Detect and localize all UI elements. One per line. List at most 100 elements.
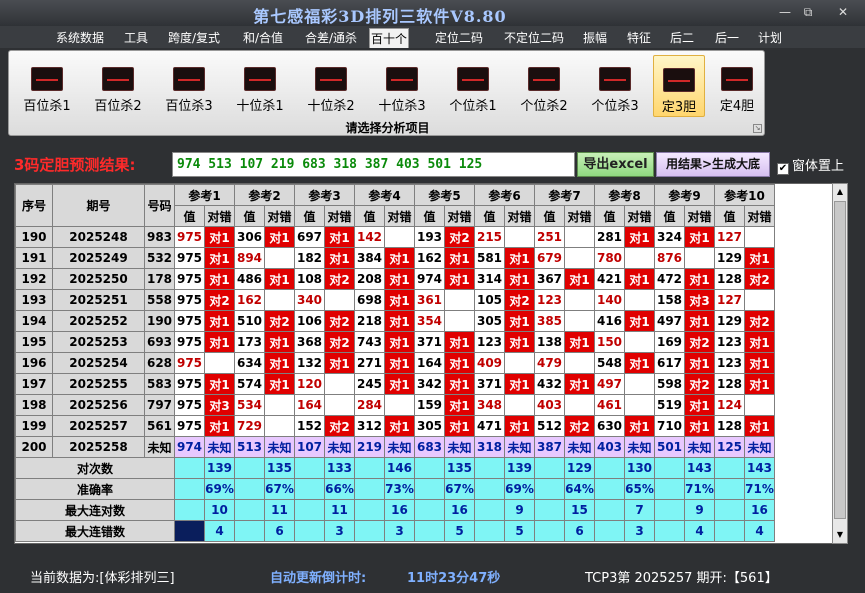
ref-result: 对1 <box>264 331 295 353</box>
ref-value: 127 <box>714 289 745 311</box>
row-period: 2025257 <box>52 415 145 437</box>
stats-value: 11 <box>324 499 355 521</box>
ribbon-button-1[interactable]: 百位杀2 <box>85 55 151 117</box>
ref-result <box>444 310 475 332</box>
ribbon-button-0[interactable]: 百位杀1 <box>14 55 80 117</box>
stats-spacer <box>354 520 385 542</box>
ref-group-header[interactable]: 参考1 <box>174 184 235 206</box>
ribbon-button-8[interactable]: 个位杀3 <box>582 55 648 117</box>
ref-group-header[interactable]: 参考5 <box>414 184 475 206</box>
ref-value: 385 <box>534 310 565 332</box>
ref-value: 138 <box>534 331 565 353</box>
pending-status: 未知 <box>624 436 655 458</box>
ref-value: 152 <box>294 415 325 437</box>
prediction-result-field[interactable]: 974 513 107 219 683 318 387 403 501 125 <box>172 152 575 177</box>
ribbon-expand-icon[interactable]: ↘ <box>753 124 762 133</box>
menu-item-12[interactable]: 计划 <box>754 28 786 48</box>
table-row[interactable]: 198 2025256 797 975 对3 534 164 284 159 对1 348 403 46… <box>15 394 775 416</box>
table-row[interactable]: 191 2025249 532 975 对1 894 182 对1 384 对1 162 对1 581 对… <box>15 247 775 269</box>
menu-item-3[interactable]: 和/合值 <box>238 28 288 48</box>
ref-value: 486 <box>234 268 265 290</box>
ref-group-header[interactable]: 参考8 <box>594 184 655 206</box>
row-period: 2025252 <box>52 310 145 332</box>
ref-group-header[interactable]: 参考7 <box>534 184 595 206</box>
scrollbar-thumb[interactable] <box>834 201 846 519</box>
stats-label: 最大连对数 <box>15 499 175 521</box>
window-title: 第七感福彩3D排列三软件V8.80 <box>253 7 507 26</box>
menu-item-10[interactable]: 后二 <box>666 28 698 48</box>
ref-group-header[interactable]: 参考2 <box>234 184 295 206</box>
ref-result <box>444 289 475 311</box>
ribbon-button-3[interactable]: 十位杀1 <box>227 55 293 117</box>
sub-header: 对错 <box>564 205 595 227</box>
ref-group-header[interactable]: 参考3 <box>294 184 355 206</box>
ribbon-button-6[interactable]: 个位杀1 <box>440 55 506 117</box>
menu-item-2[interactable]: 跨度/复式 <box>164 28 224 48</box>
menu-item-4[interactable]: 合差/通杀 <box>300 28 362 48</box>
menu-item-0[interactable]: 系统数据 <box>48 28 112 48</box>
generate-base-button[interactable]: 用结果>生成大底 <box>656 152 770 177</box>
ribbon-button-7[interactable]: 个位杀2 <box>511 55 577 117</box>
table-row[interactable]: 196 2025254 628 975 634 对1 132 对1 271 对1 164 对1 409 4… <box>15 352 775 374</box>
ref-group-header[interactable]: 参考6 <box>474 184 535 206</box>
ref-result: 对1 <box>264 226 295 248</box>
stats-spacer <box>174 478 205 500</box>
chart-icon <box>721 67 753 91</box>
ribbon-button-2[interactable]: 百位杀3 <box>156 55 222 117</box>
column-header[interactable]: 期号 <box>52 184 145 227</box>
table-row[interactable]: 194 2025252 190 975 对1 510 对2 106 对2 218 对1 354 305 对… <box>15 310 775 332</box>
ref-value: 780 <box>594 247 625 269</box>
export-excel-button[interactable]: 导出excel <box>577 152 654 177</box>
ref-value: 384 <box>354 247 385 269</box>
ref-result <box>564 289 595 311</box>
table-row[interactable]: 193 2025251 558 975 对2 162 340 698 对1 361 105 对2 123… <box>15 289 775 311</box>
ref-value: 105 <box>474 289 505 311</box>
ref-group-header[interactable]: 参考10 <box>714 184 775 206</box>
chart-icon <box>102 67 134 91</box>
ref-group-header[interactable]: 参考9 <box>654 184 715 206</box>
checkbox-box[interactable]: ✔ <box>777 163 789 175</box>
menu-item-11[interactable]: 后一 <box>711 28 743 48</box>
ribbon-button-9[interactable]: 定3胆 <box>653 55 705 117</box>
stats-value: 3 <box>324 520 355 542</box>
column-header[interactable]: 号码 <box>144 184 175 227</box>
ribbon-button-10[interactable]: 定4胆 <box>711 55 763 117</box>
stats-spacer <box>354 478 385 500</box>
table-row[interactable]: 192 2025250 178 975 对1 486 对1 108 对2 208 对1 974 对1 31… <box>15 268 775 290</box>
menu-item-1[interactable]: 工具 <box>120 28 152 48</box>
pending-row[interactable]: 200 2025258 未知 974 未知 513 未知 107 未知 219 未知 683 未知 318… <box>15 436 775 458</box>
column-header[interactable]: 序号 <box>15 184 53 227</box>
table-row[interactable]: 197 2025255 583 975 对1 574 对1 120 245 对1 342 对1 371 对… <box>15 373 775 395</box>
ref-result: 对2 <box>204 289 235 311</box>
close-button[interactable]: ✕ <box>832 4 854 20</box>
window-on-top-checkbox[interactable]: ✔ 窗体置上 <box>777 155 844 175</box>
row-number: 178 <box>144 268 175 290</box>
stats-value: 129 <box>564 457 595 479</box>
menu-item-7[interactable]: 不定位二码 <box>495 28 573 48</box>
table-row[interactable]: 190 2025248 983 975 对1 306 对1 697 对1 142 193 对2 215 2… <box>15 226 775 248</box>
menu-item-6[interactable]: 定位二码 <box>431 28 487 48</box>
ref-group-header[interactable]: 参考4 <box>354 184 415 206</box>
ref-result: 对1 <box>684 415 715 437</box>
scroll-down-icon[interactable]: ▼ <box>833 527 847 543</box>
ref-result <box>324 289 355 311</box>
vertical-scrollbar[interactable]: ▲ ▼ <box>832 183 848 544</box>
row-seq: 197 <box>15 373 53 395</box>
ref-value: 305 <box>414 415 445 437</box>
ref-value: 975 <box>174 289 205 311</box>
ribbon-button-4[interactable]: 十位杀2 <box>298 55 364 117</box>
minimize-button[interactable]: — <box>774 4 796 20</box>
menu-item-5[interactable]: 百十个 <box>369 28 409 48</box>
table-row[interactable]: 199 2025257 561 975 对1 729 152 对2 312 对1 305 对1 471 对… <box>15 415 775 437</box>
ribbon-button-5[interactable]: 十位杀3 <box>369 55 435 117</box>
menu-item-8[interactable]: 振幅 <box>578 28 612 48</box>
scroll-up-icon[interactable]: ▲ <box>833 184 847 200</box>
ref-value: 129 <box>714 310 745 332</box>
stats-spacer <box>174 520 205 542</box>
pending-status: 未知 <box>744 436 775 458</box>
ref-value: 162 <box>414 247 445 269</box>
menu-item-9[interactable]: 特征 <box>621 28 657 48</box>
restore-button[interactable]: ⧉ <box>797 4 819 20</box>
table-row[interactable]: 195 2025253 693 975 对1 173 对1 368 对2 743 对1 371 对1 12… <box>15 331 775 353</box>
chart-icon <box>173 67 205 91</box>
